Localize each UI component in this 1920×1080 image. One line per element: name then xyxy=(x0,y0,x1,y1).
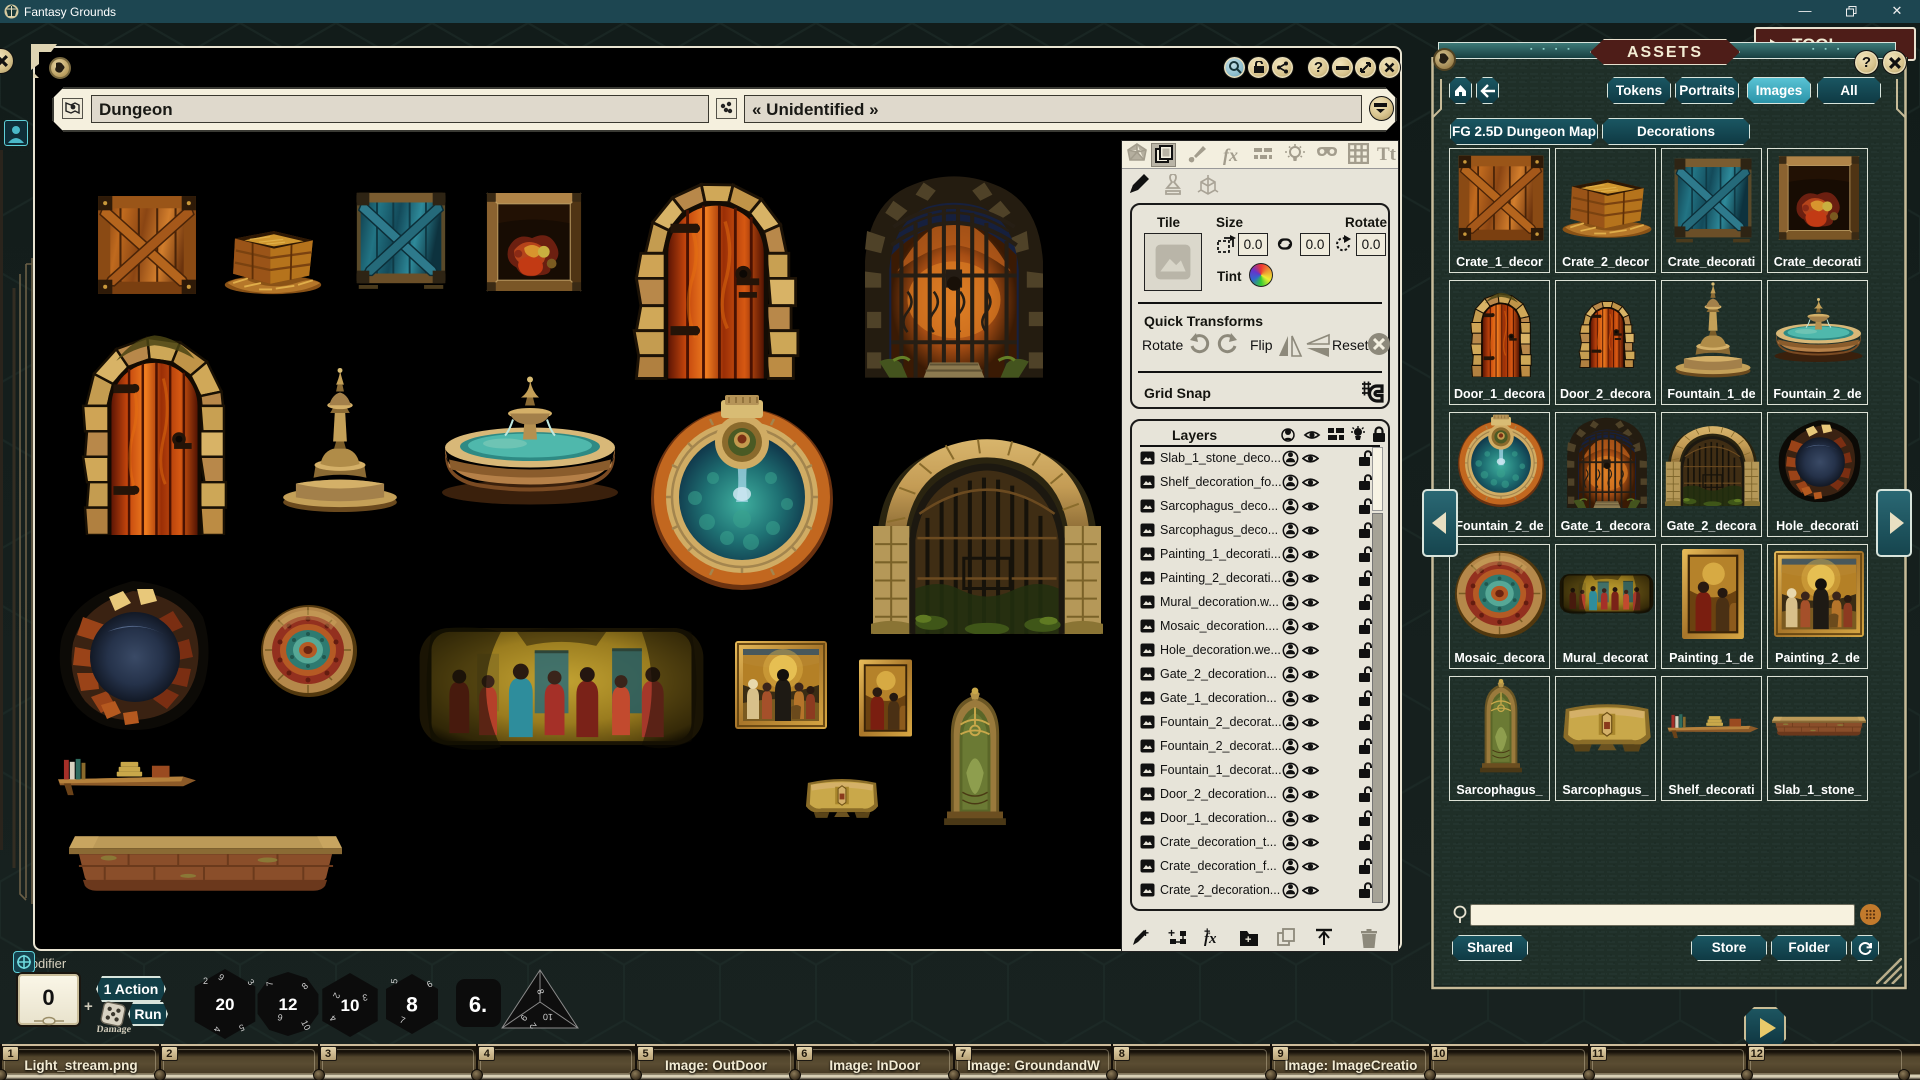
svg-text:+: + xyxy=(1142,927,1149,940)
svg-text:6.: 6. xyxy=(469,992,487,1017)
svg-text:Damage: Damage xyxy=(97,1024,131,1034)
svg-text:2: 2 xyxy=(203,976,208,986)
svg-text:5: 5 xyxy=(389,978,399,984)
svg-text:8: 8 xyxy=(406,994,418,1017)
svg-text:+: + xyxy=(1204,927,1210,938)
svg-text:+: + xyxy=(1168,927,1175,940)
svg-text:10: 10 xyxy=(543,1012,553,1022)
svg-text:+: + xyxy=(1245,934,1251,946)
svg-text:7: 7 xyxy=(265,981,275,987)
svg-text:12: 12 xyxy=(279,995,298,1014)
svg-text:10: 10 xyxy=(341,996,360,1015)
svg-text:20: 20 xyxy=(216,995,235,1014)
